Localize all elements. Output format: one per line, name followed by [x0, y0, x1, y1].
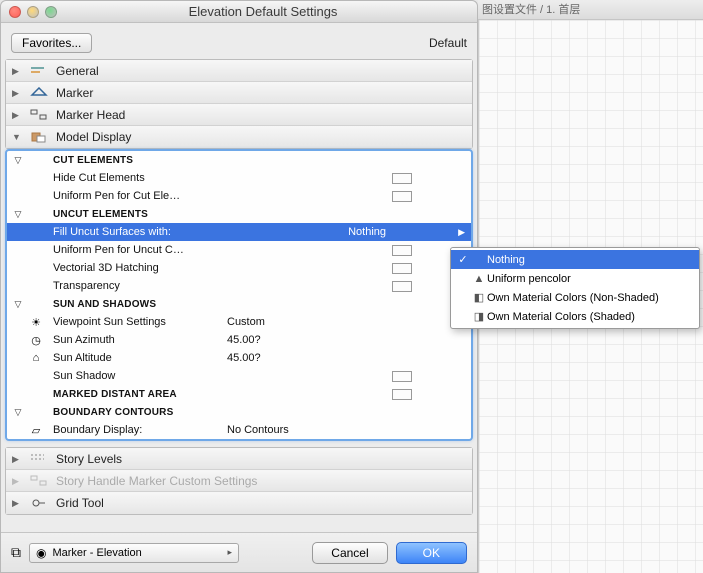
- favorites-button[interactable]: Favorites...: [11, 33, 92, 53]
- chevron-down-icon: ▽: [11, 407, 25, 418]
- material-nonshaded-icon: ◧: [471, 291, 487, 304]
- close-icon[interactable]: [9, 6, 21, 18]
- marker-icon: [30, 87, 48, 99]
- default-label: Default: [429, 33, 467, 53]
- chevron-right-icon: ▶: [12, 454, 22, 464]
- group-marked-distant[interactable]: MARKED DISTANT AREA: [7, 385, 471, 403]
- checkbox-hide-cut[interactable]: [392, 173, 412, 184]
- row-transparency[interactable]: Transparency: [7, 277, 471, 295]
- dropdown-arrow-icon: ▶: [458, 227, 465, 238]
- boundary-icon: ▱: [25, 424, 47, 437]
- group-uncut-elements[interactable]: ▽ UNCUT ELEMENTS: [7, 205, 471, 223]
- chevron-right-icon: ▶: [12, 88, 22, 98]
- menuitem-nothing[interactable]: ✓ Nothing: [451, 250, 699, 269]
- group-sun-shadows[interactable]: ▽ SUN AND SHADOWS: [7, 295, 471, 313]
- material-shaded-icon: ◨: [471, 310, 487, 323]
- chevron-right-icon: ▶: [12, 476, 22, 486]
- checkbox-uniform-uncut[interactable]: [392, 245, 412, 256]
- cancel-button[interactable]: Cancel: [312, 542, 387, 564]
- zoom-icon[interactable]: [45, 6, 57, 18]
- check-icon: ✓: [455, 253, 471, 266]
- grid-tool-icon: [30, 497, 48, 509]
- accordion-label: Marker Head: [56, 108, 125, 122]
- story-handle-icon: [30, 475, 48, 487]
- titlebar: Elevation Default Settings: [1, 1, 477, 23]
- chevron-down-icon: ▽: [11, 155, 25, 166]
- general-icon: [30, 65, 48, 77]
- row-vectorial-hatching[interactable]: Vectorial 3D Hatching: [7, 259, 471, 277]
- fill-uncut-popup: ✓ Nothing ▲ Uniform pencolor ◧ Own Mater…: [450, 247, 700, 329]
- accordion-story-levels[interactable]: ▶ Story Levels: [6, 448, 472, 470]
- accordion-label: General: [56, 64, 99, 78]
- story-levels-icon: [30, 453, 48, 465]
- row-sun-shadow[interactable]: Sun Shadow: [7, 367, 471, 385]
- chevron-down-icon: ▽: [11, 209, 25, 220]
- group-boundary-contours[interactable]: ▽ BOUNDARY CONTOURS: [7, 403, 471, 421]
- row-sun-altitude[interactable]: ⌂ Sun Altitude 45.00?: [7, 349, 471, 367]
- sun-settings-icon: ☀: [25, 316, 47, 329]
- checkbox-sun-shadow[interactable]: [392, 371, 412, 382]
- background-breadcrumb: 图设置文件 / 1. 首层: [478, 0, 703, 20]
- row-fill-uncut[interactable]: Fill Uncut Surfaces with: Nothing ▶: [7, 223, 471, 241]
- accordion-marker[interactable]: ▶ Marker: [6, 82, 472, 104]
- chevron-down-icon: ▽: [11, 299, 25, 310]
- menuitem-uniform-pencolor[interactable]: ▲ Uniform pencolor: [451, 269, 699, 288]
- row-sun-azimuth[interactable]: ◷ Sun Azimuth 45.00?: [7, 331, 471, 349]
- ok-button[interactable]: OK: [396, 542, 467, 564]
- elevation-tool-icon: ⧉: [11, 544, 21, 561]
- checkbox-transparency[interactable]: [392, 281, 412, 292]
- model-display-panel: ▽ CUT ELEMENTS Hide Cut Elements Uniform…: [5, 149, 473, 441]
- azimuth-icon: ◷: [25, 334, 47, 347]
- row-hide-cut[interactable]: Hide Cut Elements: [7, 169, 471, 187]
- accordion-label: Model Display: [56, 130, 131, 144]
- bottom-accordion: ▶ Story Levels ▶ Story Handle Marker Cus…: [5, 447, 473, 515]
- accordion-modeldisplay[interactable]: ▼ Model Display: [6, 126, 472, 148]
- window-title: Elevation Default Settings: [57, 4, 469, 19]
- dialog-bottombar: ⧉ ◉ Marker - Elevation Cancel OK: [1, 532, 477, 572]
- checkbox-marked-distant[interactable]: [392, 389, 412, 400]
- accordion-label: Marker: [56, 86, 93, 100]
- menuitem-own-material-shaded[interactable]: ◨ Own Material Colors (Shaded): [451, 307, 699, 326]
- row-viewpoint-sun[interactable]: ☀ Viewpoint Sun Settings Custom: [7, 313, 471, 331]
- chevron-right-icon: ▶: [12, 66, 22, 76]
- top-accordion: ▶ General ▶ Marker ▶ Marker Head ▼ M: [5, 59, 473, 149]
- menuitem-own-material-nonshaded[interactable]: ◧ Own Material Colors (Non-Shaded): [451, 288, 699, 307]
- settings-dialog: Elevation Default Settings Favorites... …: [0, 0, 478, 573]
- accordion-markerhead[interactable]: ▶ Marker Head: [6, 104, 472, 126]
- marker-head-icon: [30, 109, 48, 121]
- minimize-icon[interactable]: [27, 6, 39, 18]
- model-display-icon: [30, 131, 48, 143]
- altitude-icon: ⌂: [25, 352, 47, 364]
- checkbox-vec-hatch[interactable]: [392, 263, 412, 274]
- accordion-grid-tool[interactable]: ▶ Grid Tool: [6, 492, 472, 514]
- accordion-general[interactable]: ▶ General: [6, 60, 472, 82]
- accordion-story-handle-marker: ▶ Story Handle Marker Custom Settings: [6, 470, 472, 492]
- row-uniform-uncut-pen[interactable]: Uniform Pen for Uncut C…: [7, 241, 471, 259]
- row-boundary-display[interactable]: ▱ Boundary Display: No Contours: [7, 421, 471, 439]
- row-uniform-cut-pen[interactable]: Uniform Pen for Cut Ele…: [7, 187, 471, 205]
- checkbox-uniform-cut[interactable]: [392, 191, 412, 202]
- chevron-down-icon: ▼: [12, 132, 22, 142]
- layer-name: Marker - Elevation: [52, 547, 141, 559]
- chevron-right-icon: ▶: [12, 110, 22, 120]
- window-controls: [9, 6, 57, 18]
- chevron-right-icon: ▶: [12, 498, 22, 508]
- group-cut-elements[interactable]: ▽ CUT ELEMENTS: [7, 151, 471, 169]
- eye-icon: ◉: [36, 546, 46, 560]
- layer-select[interactable]: ◉ Marker - Elevation: [29, 543, 239, 563]
- pencolor-icon: ▲: [471, 273, 487, 285]
